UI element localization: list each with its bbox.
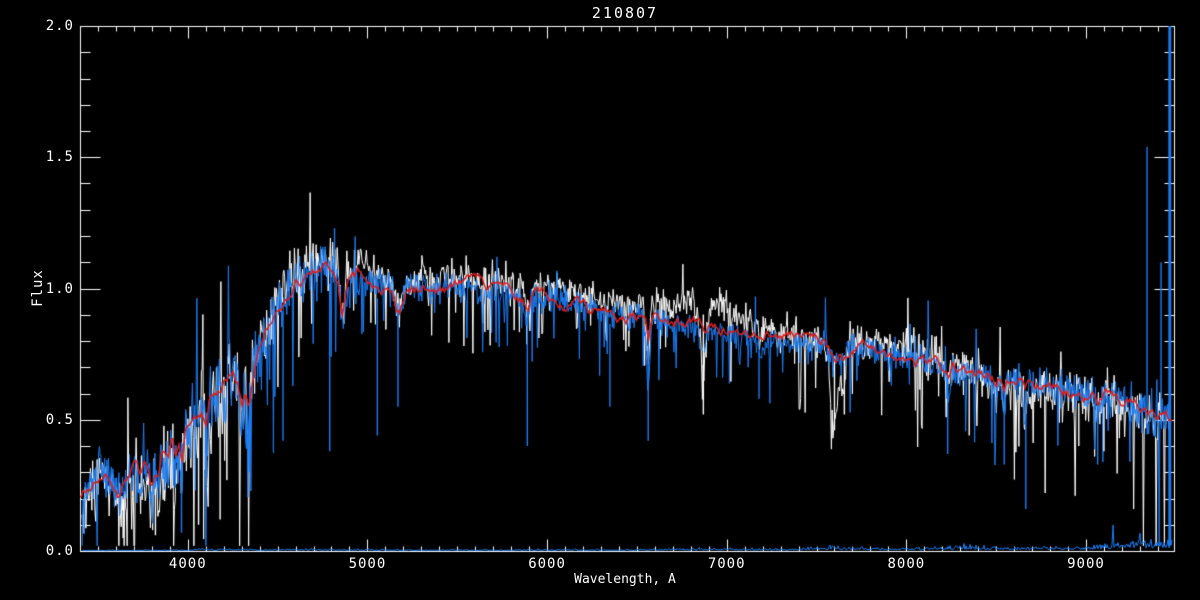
- x-tick-label: 7000: [707, 556, 746, 572]
- spectrum-plot: 210807 Wavelength, A Flux 4000 5000 6000 70…: [0, 0, 1200, 600]
- y-tick-label: 1.5: [45, 149, 74, 166]
- y-tick-label: 2.0: [45, 18, 74, 34]
- x-tick-label: 4000: [168, 556, 207, 572]
- x-axis-label: Wavelength, A: [574, 572, 676, 587]
- y-tick-label: 0.0: [45, 543, 74, 559]
- x-tick-label: 6000: [528, 556, 566, 572]
- y-tick-label: 0.5: [45, 411, 74, 428]
- x-tick-label: 5000: [348, 556, 387, 572]
- x-tick-label: 9000: [1067, 556, 1105, 572]
- y-tick-label: 1.0: [45, 280, 74, 297]
- plot-title: 210807: [591, 4, 659, 22]
- chart-canvas: [0, 0, 1200, 600]
- x-tick-label: 8000: [887, 556, 926, 572]
